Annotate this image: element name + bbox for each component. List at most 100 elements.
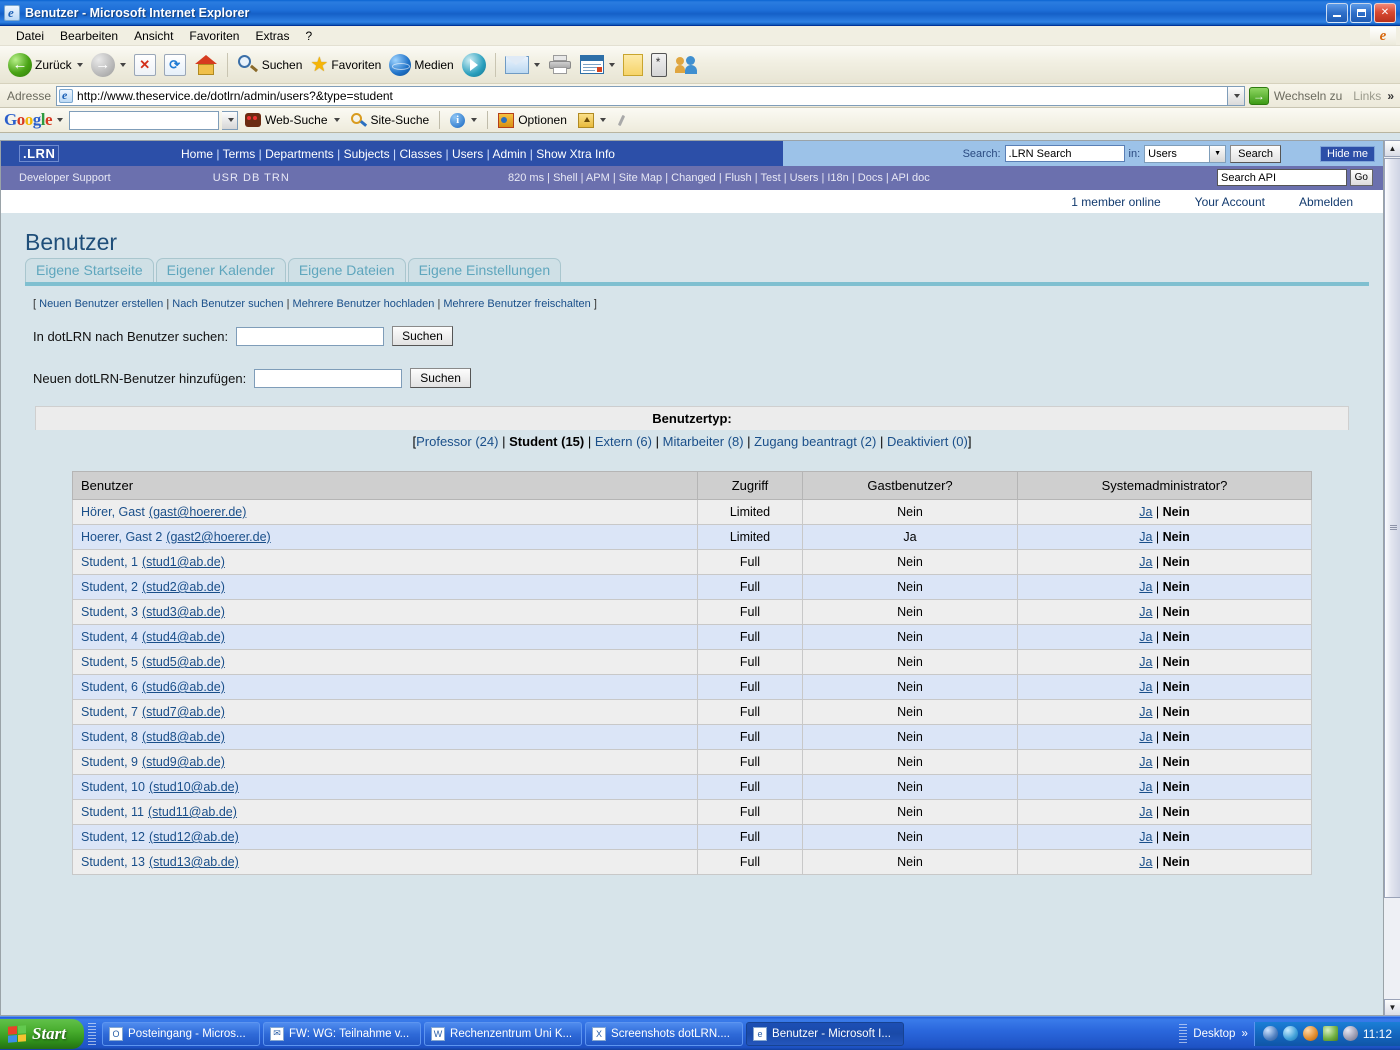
admin-ja-link[interactable]: Ja	[1139, 555, 1152, 569]
tray-clock[interactable]: 11:12	[1363, 1027, 1392, 1041]
user-name-link[interactable]: Student, 6	[81, 680, 138, 694]
google-search-input[interactable]	[69, 111, 219, 130]
nav-link-admin[interactable]: Admin	[492, 147, 526, 161]
scrollbar-thumb[interactable]	[1384, 158, 1400, 898]
toolbar-overflow-icon[interactable]: »	[1387, 89, 1398, 103]
google-upload-button[interactable]	[574, 113, 610, 128]
user-email[interactable]: (stud7@ab.de)	[142, 705, 225, 719]
admin-ja-link[interactable]: Ja	[1139, 630, 1152, 644]
tray-globe-icon[interactable]	[1303, 1026, 1318, 1041]
admin-ja-link[interactable]: Ja	[1139, 805, 1152, 819]
chevron-down-icon[interactable]	[609, 63, 615, 67]
nav-link-departments[interactable]: Departments	[265, 147, 334, 161]
user-name-link[interactable]: Hörer, Gast	[81, 505, 145, 519]
nav-link-users[interactable]: Users	[452, 147, 483, 161]
user-email[interactable]: (stud2@ab.de)	[142, 580, 225, 594]
scroll-up-icon[interactable]: ▲	[1384, 140, 1400, 157]
dev-link-flush[interactable]: Flush	[725, 172, 752, 184]
user-name-link[interactable]: Student, 5	[81, 655, 138, 669]
taskbar-button[interactable]: XScreenshots dotLRN....	[585, 1022, 743, 1046]
menu-item-favoriten[interactable]: Favoriten	[181, 27, 247, 45]
user-email[interactable]: (stud9@ab.de)	[142, 755, 225, 769]
stop-button[interactable]: ✕	[130, 49, 160, 81]
user-name-link[interactable]: Student, 13	[81, 855, 145, 869]
admin-ja-link[interactable]: Ja	[1139, 755, 1152, 769]
chevron-down-icon[interactable]	[534, 63, 540, 67]
address-input[interactable]: http://www.theservice.de/dotlrn/admin/us…	[56, 86, 1228, 106]
lrn-search-button[interactable]: Search	[1230, 145, 1281, 163]
admin-ja-link[interactable]: Ja	[1139, 830, 1152, 844]
user-name-link[interactable]: Student, 12	[81, 830, 145, 844]
user-email[interactable]: (stud13@ab.de)	[149, 855, 239, 869]
google-search-dropdown[interactable]	[222, 111, 238, 130]
admin-ja-link[interactable]: Ja	[1139, 855, 1152, 869]
user-email[interactable]: (stud12@ab.de)	[149, 830, 239, 844]
admin-ja-link[interactable]: Ja	[1139, 580, 1152, 594]
restore-button[interactable]	[1350, 3, 1372, 23]
google-options-button[interactable]: Optionen	[494, 113, 571, 128]
user-name-link[interactable]: Student, 2	[81, 580, 138, 594]
your-account-link[interactable]: Your Account	[1195, 195, 1265, 209]
lrn-brand[interactable]: .LRN	[1, 146, 181, 161]
user-email[interactable]: (gast2@hoerer.de)	[166, 530, 270, 544]
dev-link-site-map[interactable]: Site Map	[619, 172, 662, 184]
nav-link-classes[interactable]: Classes	[399, 147, 442, 161]
forward-button[interactable]: →	[87, 49, 130, 81]
dev-link-test[interactable]: Test	[760, 172, 780, 184]
user-email[interactable]: (stud8@ab.de)	[142, 730, 225, 744]
close-button[interactable]: ✕	[1374, 3, 1396, 23]
add-user-button[interactable]: Suchen	[410, 368, 471, 388]
admin-ja-link[interactable]: Ja	[1139, 530, 1152, 544]
tab-eigene-dateien[interactable]: Eigene Dateien	[288, 258, 406, 282]
scroll-down-icon[interactable]: ▼	[1384, 999, 1400, 1016]
search-button[interactable]: Suchen	[233, 49, 307, 81]
user-name-link[interactable]: Student, 4	[81, 630, 138, 644]
user-name-link[interactable]: Student, 3	[81, 605, 138, 619]
desktop-overflow-icon[interactable]: »	[1241, 1028, 1247, 1040]
add-user-input[interactable]	[254, 369, 402, 388]
dev-link-shell[interactable]: Shell	[553, 172, 577, 184]
chevron-down-icon[interactable]	[334, 118, 340, 122]
hide-me-button[interactable]: Hide me	[1320, 146, 1375, 162]
user-name-link[interactable]: Student, 11	[81, 805, 144, 819]
taskbar-button[interactable]: ✉FW: WG: Teilnahme v...	[263, 1022, 421, 1046]
refresh-button[interactable]: ⟳	[160, 49, 190, 81]
dev-link-apm[interactable]: APM	[586, 172, 610, 184]
usertype-link-professor[interactable]: Professor (24)	[416, 434, 498, 449]
api-search-input[interactable]: Search API	[1217, 169, 1347, 186]
back-button[interactable]: ← Zurück	[4, 49, 87, 81]
dev-link-users[interactable]: Users	[790, 172, 819, 184]
tab-eigener-kalender[interactable]: Eigener Kalender	[156, 258, 286, 282]
google-web-search-button[interactable]: Web-Suche	[241, 113, 343, 127]
subnav-link-nach-benutzer-suchen[interactable]: Nach Benutzer suchen	[172, 298, 283, 310]
google-site-search-button[interactable]: Site-Suche	[347, 113, 434, 128]
device-button[interactable]	[647, 49, 671, 81]
admin-ja-link[interactable]: Ja	[1139, 605, 1152, 619]
user-name-link[interactable]: Student, 8	[81, 730, 138, 744]
toolbar-grip-icon[interactable]	[1179, 1024, 1187, 1044]
tab-eigene-startseite[interactable]: Eigene Startseite	[25, 258, 154, 282]
nav-link-subjects[interactable]: Subjects	[344, 147, 390, 161]
user-email[interactable]: (stud6@ab.de)	[142, 680, 225, 694]
menu-item-bearbeiten[interactable]: Bearbeiten	[52, 27, 126, 45]
tray-network-icon[interactable]	[1283, 1026, 1298, 1041]
user-email[interactable]: (stud10@ab.de)	[149, 780, 239, 794]
user-email[interactable]: (stud5@ab.de)	[142, 655, 225, 669]
subnav-link-neuen-benutzer-erstellen[interactable]: Neuen Benutzer erstellen	[39, 298, 163, 310]
subnav-link-mehrere-benutzer-hochladen[interactable]: Mehrere Benutzer hochladen	[293, 298, 435, 310]
search-scope-select[interactable]: Users ▼	[1144, 145, 1226, 163]
desktop-toolbar[interactable]: Desktop »	[1179, 1024, 1254, 1044]
user-email[interactable]: (stud11@ab.de)	[148, 805, 237, 819]
messenger-button[interactable]	[671, 49, 703, 81]
user-email[interactable]: (stud4@ab.de)	[142, 630, 225, 644]
user-email[interactable]: (stud1@ab.de)	[142, 555, 225, 569]
notes-button[interactable]	[619, 49, 647, 81]
chevron-down-icon[interactable]	[471, 118, 477, 122]
admin-ja-link[interactable]: Ja	[1139, 705, 1152, 719]
nav-link-show-xtra-info[interactable]: Show Xtra Info	[536, 147, 615, 161]
vertical-scrollbar[interactable]: ▲ ▼	[1383, 140, 1400, 1016]
usertype-link-deaktiviert[interactable]: Deaktiviert (0)	[887, 434, 968, 449]
go-label[interactable]: Wechseln zu	[1269, 89, 1347, 103]
usertype-link-mitarbeiter[interactable]: Mitarbeiter (8)	[663, 434, 744, 449]
go-arrow-icon[interactable]: →	[1249, 87, 1269, 105]
